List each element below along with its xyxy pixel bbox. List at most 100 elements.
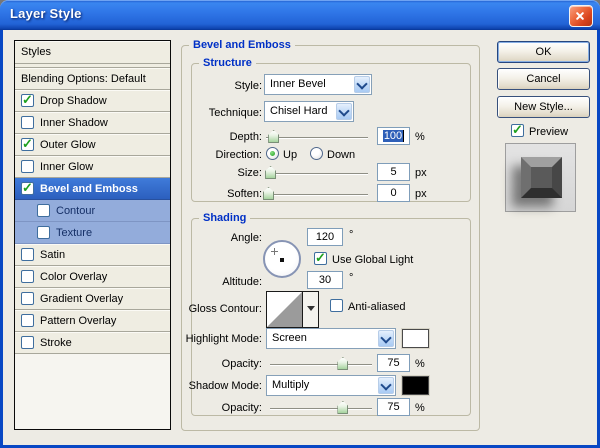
direction-up-radio[interactable] <box>266 147 279 160</box>
highlight-opacity-slider[interactable] <box>270 357 372 370</box>
shadow-color-swatch[interactable] <box>402 376 429 395</box>
technique-label: Technique: <box>208 107 262 119</box>
direction-down-radio[interactable] <box>310 147 323 160</box>
shadow-opacity-label: Opacity: <box>221 402 262 414</box>
soften-input[interactable]: 0 <box>377 184 410 202</box>
sidebar-item-drop-shadow[interactable]: Drop Shadow <box>15 90 170 112</box>
angle-unit: ° <box>349 229 354 241</box>
highlight-opacity-input[interactable]: 75 <box>377 354 410 372</box>
bevel-preview-square <box>521 157 562 198</box>
close-button[interactable] <box>569 5 593 27</box>
depth-unit: % <box>415 131 425 143</box>
angle-center-dot-icon <box>280 258 284 262</box>
styles-list: Styles Blending Options: Default Drop Sh… <box>14 40 171 430</box>
inner-shadow-checkbox[interactable] <box>21 116 34 129</box>
soften-label: Soften: <box>227 188 262 200</box>
shadow-mode-value: Multiply <box>272 379 310 391</box>
technique-select-arrow-button[interactable] <box>336 103 352 120</box>
sidebar-item-bevel-and-emboss[interactable]: Bevel and Emboss <box>15 178 170 200</box>
stroke-checkbox[interactable] <box>21 336 34 349</box>
gloss-contour-thumbnail <box>267 292 302 327</box>
new-style-button[interactable]: New Style... <box>497 96 590 118</box>
sidebar-item-texture[interactable]: Texture <box>15 222 170 244</box>
styles-list-header[interactable]: Styles <box>15 41 170 64</box>
highlight-opacity-unit: % <box>415 358 425 370</box>
anti-aliased-checkbox[interactable] <box>330 299 343 312</box>
soften-slider[interactable] <box>263 187 368 200</box>
direction-down-label: Down <box>327 149 356 161</box>
anti-aliased-label: Anti-aliased <box>348 301 406 313</box>
style-value: Inner Bevel <box>270 78 326 90</box>
highlight-mode-select[interactable]: Screen <box>266 328 396 349</box>
chevron-down-icon <box>338 105 350 117</box>
shading-title: Shading <box>199 212 251 224</box>
angle-label: Angle: <box>230 232 262 244</box>
angle-input[interactable]: 120 <box>307 228 343 246</box>
shadow-mode-label: Shadow Mode: <box>188 380 262 392</box>
sidebar-item-label: Inner Glow <box>40 160 94 173</box>
sidebar-item-inner-shadow[interactable]: Inner Shadow <box>15 112 170 134</box>
window-title: Layer Style <box>10 6 82 21</box>
size-input[interactable]: 5 <box>377 163 410 181</box>
texture-checkbox[interactable] <box>37 226 50 239</box>
use-global-light-label: Use Global Light <box>332 254 414 266</box>
angle-dial[interactable] <box>263 240 301 278</box>
sidebar-item-pattern-overlay[interactable]: Pattern Overlay <box>15 310 170 332</box>
sidebar-item-gradient-overlay[interactable]: Gradient Overlay <box>15 288 170 310</box>
altitude-unit: ° <box>349 272 354 284</box>
layer-style-dialog: Layer Style Styles Blending Options: Def… <box>0 0 600 448</box>
shadow-mode-select[interactable]: Multiply <box>266 375 396 396</box>
drop-shadow-checkbox[interactable] <box>21 92 34 108</box>
use-global-light-checkbox[interactable] <box>314 250 327 266</box>
outer-glow-checkbox[interactable] <box>21 136 34 152</box>
panel-title: Bevel and Emboss <box>189 39 295 51</box>
triangle-down-icon <box>307 306 315 311</box>
bevel-emboss-checkbox[interactable] <box>21 180 34 196</box>
highlight-mode-arrow-button[interactable] <box>378 330 394 347</box>
sidebar-item-stroke[interactable]: Stroke <box>15 332 170 354</box>
depth-input[interactable]: 100 <box>377 127 410 145</box>
satin-checkbox[interactable] <box>21 248 34 261</box>
altitude-input[interactable]: 30 <box>307 271 343 289</box>
direction-label: Direction: <box>215 149 262 161</box>
gloss-contour-dropdown-button[interactable] <box>303 292 318 327</box>
highlight-mode-value: Screen <box>272 332 307 344</box>
sidebar-item-label: Texture <box>56 226 93 239</box>
window-title-bar[interactable]: Layer Style <box>0 0 600 30</box>
sidebar-item-satin[interactable]: Satin <box>15 244 170 266</box>
depth-input-selected-text: 100 <box>382 130 405 142</box>
sidebar-item-inner-glow[interactable]: Inner Glow <box>15 156 170 178</box>
highlight-color-swatch[interactable] <box>402 329 429 348</box>
sidebar-item-outer-glow[interactable]: Outer Glow <box>15 134 170 156</box>
shadow-opacity-unit: % <box>415 402 425 414</box>
depth-label: Depth: <box>229 131 262 143</box>
preview-checkbox[interactable] <box>511 122 524 138</box>
sidebar-item-label: Outer Glow <box>40 138 96 151</box>
sidebar-item-label: Contour <box>56 204 96 217</box>
gloss-contour-label: Gloss Contour: <box>188 303 262 315</box>
shadow-opacity-slider[interactable] <box>270 401 372 414</box>
contour-checkbox[interactable] <box>37 204 50 217</box>
gradient-overlay-checkbox[interactable] <box>21 292 34 305</box>
gloss-contour-picker[interactable] <box>266 291 319 328</box>
chevron-down-icon <box>380 332 392 344</box>
ok-button[interactable]: OK <box>497 41 590 63</box>
highlight-opacity-label: Opacity: <box>221 358 262 370</box>
size-unit: px <box>415 167 427 179</box>
style-select[interactable]: Inner Bevel <box>264 74 372 95</box>
color-overlay-checkbox[interactable] <box>21 270 34 283</box>
shadow-mode-arrow-button[interactable] <box>378 377 394 394</box>
style-select-arrow-button[interactable] <box>354 76 370 93</box>
altitude-label: Altitude: <box>222 276 262 288</box>
shadow-opacity-input[interactable]: 75 <box>377 398 410 416</box>
sidebar-item-contour[interactable]: Contour <box>15 200 170 222</box>
size-slider[interactable] <box>265 166 368 179</box>
styles-header-label: Styles <box>21 46 51 58</box>
technique-select[interactable]: Chisel Hard <box>264 101 354 122</box>
depth-slider[interactable] <box>266 130 368 143</box>
sidebar-item-blending-options[interactable]: Blending Options: Default <box>15 68 170 90</box>
pattern-overlay-checkbox[interactable] <box>21 314 34 327</box>
inner-glow-checkbox[interactable] <box>21 160 34 173</box>
sidebar-item-color-overlay[interactable]: Color Overlay <box>15 266 170 288</box>
cancel-button[interactable]: Cancel <box>497 68 590 90</box>
